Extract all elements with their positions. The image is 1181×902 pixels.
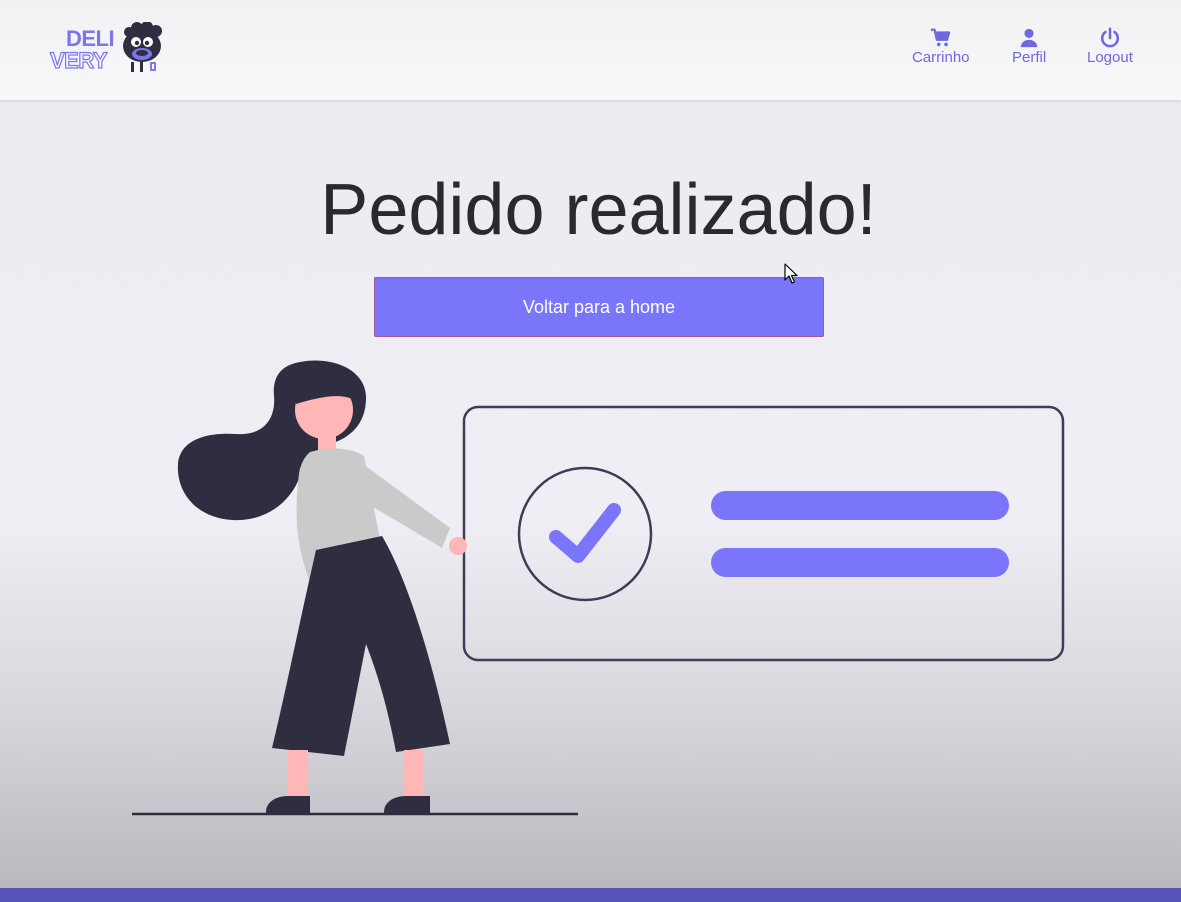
cart-icon	[930, 28, 951, 47]
bottom-bar	[0, 888, 1181, 902]
nav-cart-label: Carrinho	[912, 49, 970, 66]
brand-logo[interactable]: DELI VERY	[48, 22, 168, 78]
back-to-home-button[interactable]: Voltar para a home	[374, 277, 824, 337]
confirmation-card	[462, 405, 1065, 662]
nav-profile-label: Perfil	[1012, 49, 1047, 66]
mouse-cursor-icon	[784, 263, 798, 284]
logo-text-top: DELI	[66, 26, 115, 51]
checkmark-icon	[549, 503, 621, 563]
nav-profile-link[interactable]: Perfil	[1012, 27, 1046, 69]
power-icon	[1100, 27, 1119, 48]
check-circle	[517, 466, 653, 602]
nav-cart-link[interactable]: Carrinho	[912, 27, 970, 69]
logo-text-bottom: VERY	[49, 48, 108, 73]
nav-logout-link[interactable]: Logout	[1087, 27, 1133, 69]
nav-logout-label: Logout	[1087, 49, 1133, 66]
card-line-1	[711, 491, 1009, 520]
card-line-2	[711, 548, 1009, 577]
woman-figure	[177, 360, 467, 814]
top-header: DELI VERY Carrinho Perfil Logout	[0, 0, 1181, 100]
page-title: Pedido realizado!	[320, 170, 877, 250]
order-success-illustration	[132, 360, 1065, 816]
mascot-icon	[123, 22, 162, 72]
user-icon	[1020, 28, 1038, 48]
